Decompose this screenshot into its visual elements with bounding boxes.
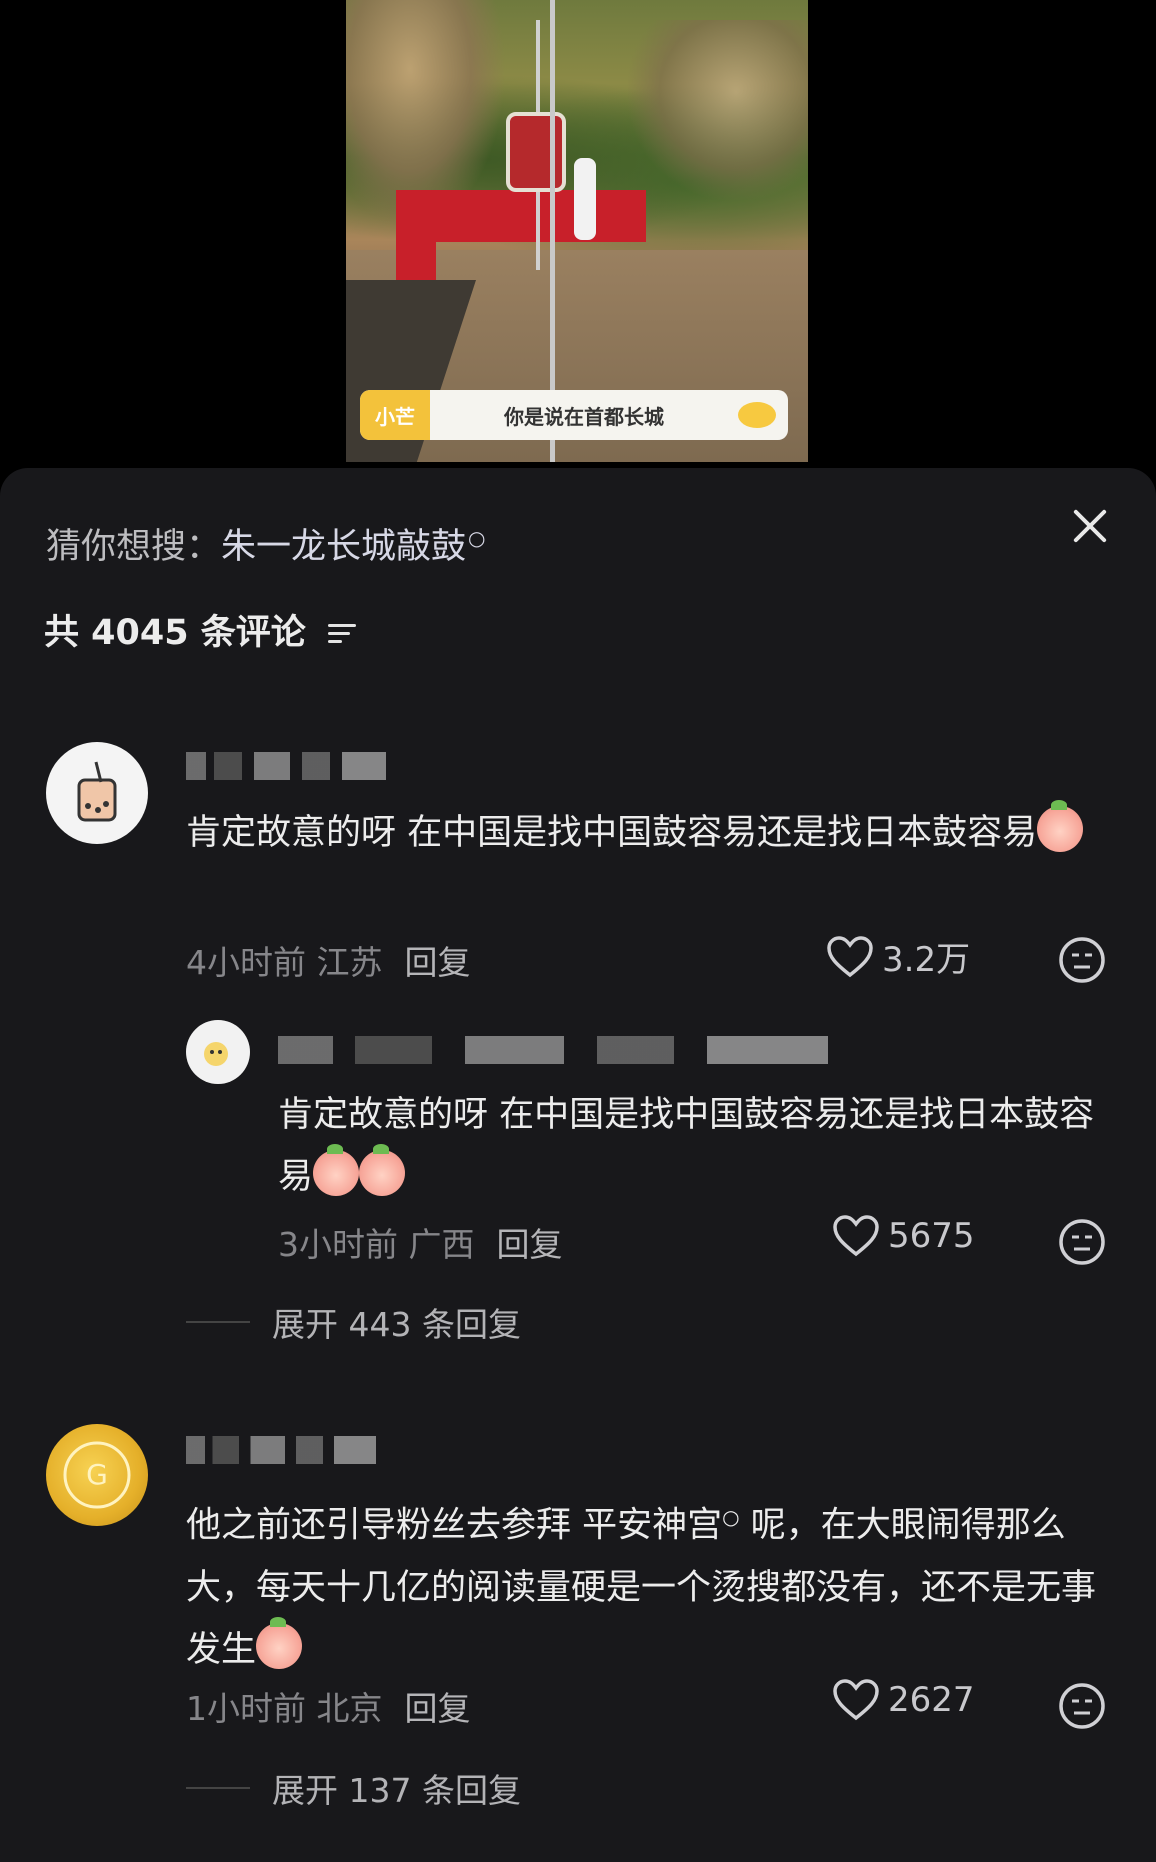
- comment-count: 共 4045 条评论: [44, 604, 356, 655]
- sprout-avatar-icon: [204, 1042, 228, 1066]
- comment-text: 肯定故意的呀 在中国是找中国鼓容易还是找日本鼓容易: [186, 800, 1096, 864]
- comment-text: 他之前还引导粉丝去参拜 平安神宫○ 呢，在大眼闹得那么大，每天十几亿的阅读量硬是…: [186, 1505, 1097, 1670]
- crying-emoji-icon: [313, 1144, 360, 1196]
- username-blurred[interactable]: [278, 1036, 828, 1064]
- peach-emoji-icon: [359, 1144, 406, 1196]
- expand-replies-button[interactable]: 展开 137 条回复: [186, 1764, 521, 1812]
- like-count: 2627: [888, 1680, 975, 1720]
- drum: [506, 112, 566, 192]
- suggest-keyword[interactable]: 朱一龙长城敲鼓: [221, 527, 466, 567]
- like-button[interactable]: 2627: [832, 1678, 975, 1722]
- mango-icon: [738, 402, 776, 428]
- search-icon: ○: [468, 526, 486, 551]
- reply-button[interactable]: 回复: [405, 943, 471, 982]
- comment-text: 肯定故意的呀 在中国是找中国鼓容易还是找日本鼓容易: [278, 1095, 1095, 1197]
- comment-meta: 1小时前 北京 回复: [186, 1689, 471, 1728]
- like-button[interactable]: 3.2万: [826, 932, 970, 981]
- dislike-icon[interactable]: [1058, 936, 1106, 984]
- dislike-icon[interactable]: [1058, 1218, 1106, 1266]
- search-icon: ○: [722, 1505, 740, 1529]
- peach-emoji-icon: [256, 1616, 303, 1669]
- like-button[interactable]: 5675: [832, 1214, 975, 1258]
- red-stage: [396, 190, 646, 242]
- reply-button[interactable]: 回复: [405, 1689, 471, 1728]
- comment-meta: 3小时前 广西 回复: [278, 1225, 563, 1264]
- avatar[interactable]: [186, 1020, 250, 1084]
- performer: [574, 158, 596, 240]
- search-suggestion[interactable]: 猜你想搜：朱一龙长城敲鼓 ○: [46, 518, 485, 569]
- gold-logo-icon: G: [63, 1441, 131, 1509]
- video-preview[interactable]: 小芒 你是说在首都长城: [346, 0, 808, 462]
- username-blurred[interactable]: [186, 1436, 376, 1464]
- reply-button[interactable]: 回复: [497, 1225, 563, 1264]
- milk-tea-icon: [77, 761, 117, 822]
- expand-replies-button[interactable]: 展开 443 条回复: [186, 1298, 521, 1346]
- svg-text:G: G: [86, 1458, 108, 1491]
- suggest-prefix: 猜你想搜：: [46, 527, 222, 567]
- comment-sheet: 猜你想搜：朱一龙长城敲鼓 ○ 共 4045 条评论 肯定故意的呀 在中国是找中国鼓…: [0, 468, 1156, 1862]
- username-blurred[interactable]: [186, 752, 386, 780]
- crying-emoji-icon: [1037, 800, 1084, 852]
- subtitle-tag: 小芒: [360, 390, 430, 440]
- like-count: 5675: [888, 1216, 975, 1256]
- dislike-icon[interactable]: [1058, 1682, 1106, 1730]
- avatar[interactable]: G: [46, 1424, 148, 1526]
- close-icon[interactable]: [1068, 504, 1112, 548]
- search-term-link[interactable]: 平安神宫: [582, 1506, 722, 1546]
- like-count: 3.2万: [882, 940, 971, 980]
- subtitle-text: 你是说在首都长城: [504, 404, 664, 429]
- sort-icon[interactable]: [327, 622, 356, 646]
- heart-icon: [833, 1679, 879, 1721]
- avatar[interactable]: [46, 742, 148, 844]
- comment-meta: 4小时前 江苏 回复: [186, 943, 471, 982]
- heart-icon: [827, 935, 873, 977]
- heart-icon: [833, 1215, 879, 1257]
- video-subtitle: 小芒 你是说在首都长城: [360, 390, 788, 440]
